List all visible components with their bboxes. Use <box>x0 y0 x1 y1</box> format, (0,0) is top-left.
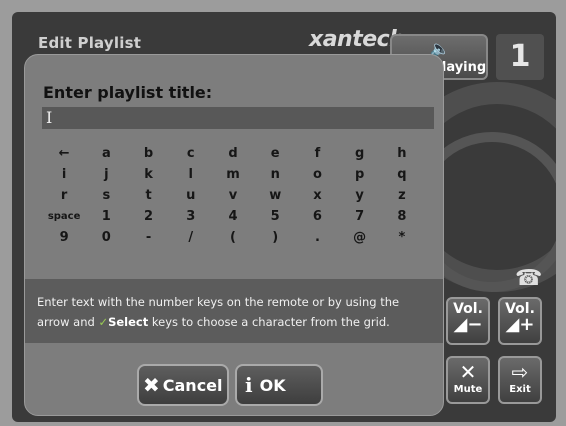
character-key[interactable]: 5 <box>254 206 296 227</box>
character-grid: ← a b c d e f g h i j k l m n o p q r s t u v w x y z space 1 2 3 4 5 6 7 8… <box>43 143 423 248</box>
character-key[interactable]: u <box>170 185 212 206</box>
dialog-prompt: Enter playlist title: <box>43 83 213 102</box>
character-key[interactable]: l <box>170 164 212 185</box>
mute-button[interactable]: ✕ Mute <box>446 356 490 404</box>
character-key[interactable]: - <box>127 227 169 248</box>
exit-icon: ⇨ <box>511 360 529 384</box>
character-key[interactable]: k <box>127 164 169 185</box>
key-row: rstuvwxyz <box>43 185 423 206</box>
plus-icon: ◢+ <box>505 314 535 335</box>
volume-down-button[interactable]: Vol. ◢− <box>446 297 490 345</box>
cancel-button[interactable]: ✖ Cancel <box>137 364 229 406</box>
character-key[interactable]: s <box>85 185 127 206</box>
character-key[interactable]: 1 <box>85 206 127 227</box>
character-key[interactable]: 7 <box>339 206 381 227</box>
space-key[interactable]: space <box>43 206 85 227</box>
playlist-title-dialog: Enter playlist title: I ← a b c d e f g h i j k l m n o… <box>24 54 444 416</box>
character-key[interactable]: w <box>254 185 296 206</box>
character-key[interactable]: @ <box>339 227 381 248</box>
character-key[interactable]: f <box>296 143 338 164</box>
character-key[interactable]: . <box>296 227 338 248</box>
character-key[interactable]: p <box>339 164 381 185</box>
key-row: space 1 2 3 4 5 6 7 8 <box>43 206 423 227</box>
character-key[interactable]: a <box>85 143 127 164</box>
character-key[interactable]: 0 <box>85 227 127 248</box>
character-key[interactable]: j <box>85 164 127 185</box>
key-row: ijklmnopq <box>43 164 423 185</box>
check-icon: ✓ <box>98 315 109 329</box>
character-key[interactable]: * <box>381 227 423 248</box>
character-key[interactable]: 3 <box>170 206 212 227</box>
character-key[interactable]: n <box>254 164 296 185</box>
key-row: ← a b c d e f g h <box>43 143 423 164</box>
ok-button[interactable]: i OK <box>235 364 323 406</box>
zone-number: 1 <box>496 34 544 80</box>
character-key[interactable]: 2 <box>127 206 169 227</box>
character-key[interactable]: ) <box>254 227 296 248</box>
character-key[interactable]: / <box>170 227 212 248</box>
text-cursor: I <box>46 108 53 127</box>
character-key[interactable]: i <box>43 164 85 185</box>
character-key[interactable]: t <box>127 185 169 206</box>
help-line-2-pre: arrow and <box>37 315 95 329</box>
minus-icon: ◢− <box>453 314 483 335</box>
character-key[interactable]: r <box>43 185 85 206</box>
help-line-2-post: keys to choose a character from the grid… <box>151 315 390 329</box>
info-icon: i <box>245 373 253 397</box>
character-key[interactable]: b <box>127 143 169 164</box>
character-key[interactable]: z <box>381 185 423 206</box>
mute-label: Mute <box>453 384 483 395</box>
cancel-label: Cancel <box>162 375 223 395</box>
key-row: 9 0- /(). @ * <box>43 227 423 248</box>
phone-icon[interactable]: ☎ <box>515 266 542 291</box>
character-key[interactable]: c <box>170 143 212 164</box>
x-icon: ✖ <box>143 373 160 397</box>
help-line-1: Enter text with the number keys on the r… <box>37 295 400 309</box>
volume-up-button[interactable]: Vol. ◢+ <box>498 297 542 345</box>
character-key[interactable]: x <box>296 185 338 206</box>
help-select-word: Select <box>108 315 149 329</box>
character-key[interactable]: 4 <box>212 206 254 227</box>
character-key[interactable]: h <box>381 143 423 164</box>
character-key[interactable]: q <box>381 164 423 185</box>
exit-button[interactable]: ⇨ Exit <box>498 356 542 404</box>
backspace-key[interactable]: ← <box>43 143 85 164</box>
help-text: Enter text with the number keys on the r… <box>25 279 443 343</box>
character-key[interactable]: v <box>212 185 254 206</box>
mute-icon: ✕ <box>459 360 477 384</box>
character-key[interactable]: 8 <box>381 206 423 227</box>
character-key[interactable]: 6 <box>296 206 338 227</box>
character-key[interactable]: 9 <box>43 227 85 248</box>
character-key[interactable]: o <box>296 164 338 185</box>
character-key[interactable]: g <box>339 143 381 164</box>
exit-label: Exit <box>509 384 531 395</box>
character-key[interactable]: y <box>339 185 381 206</box>
ok-label: OK <box>259 375 286 395</box>
character-key[interactable]: d <box>212 143 254 164</box>
character-key[interactable]: m <box>212 164 254 185</box>
character-key[interactable]: ( <box>212 227 254 248</box>
playlist-title-input[interactable]: I <box>42 107 434 129</box>
character-key[interactable]: e <box>254 143 296 164</box>
page-title: Edit Playlist <box>38 34 142 52</box>
